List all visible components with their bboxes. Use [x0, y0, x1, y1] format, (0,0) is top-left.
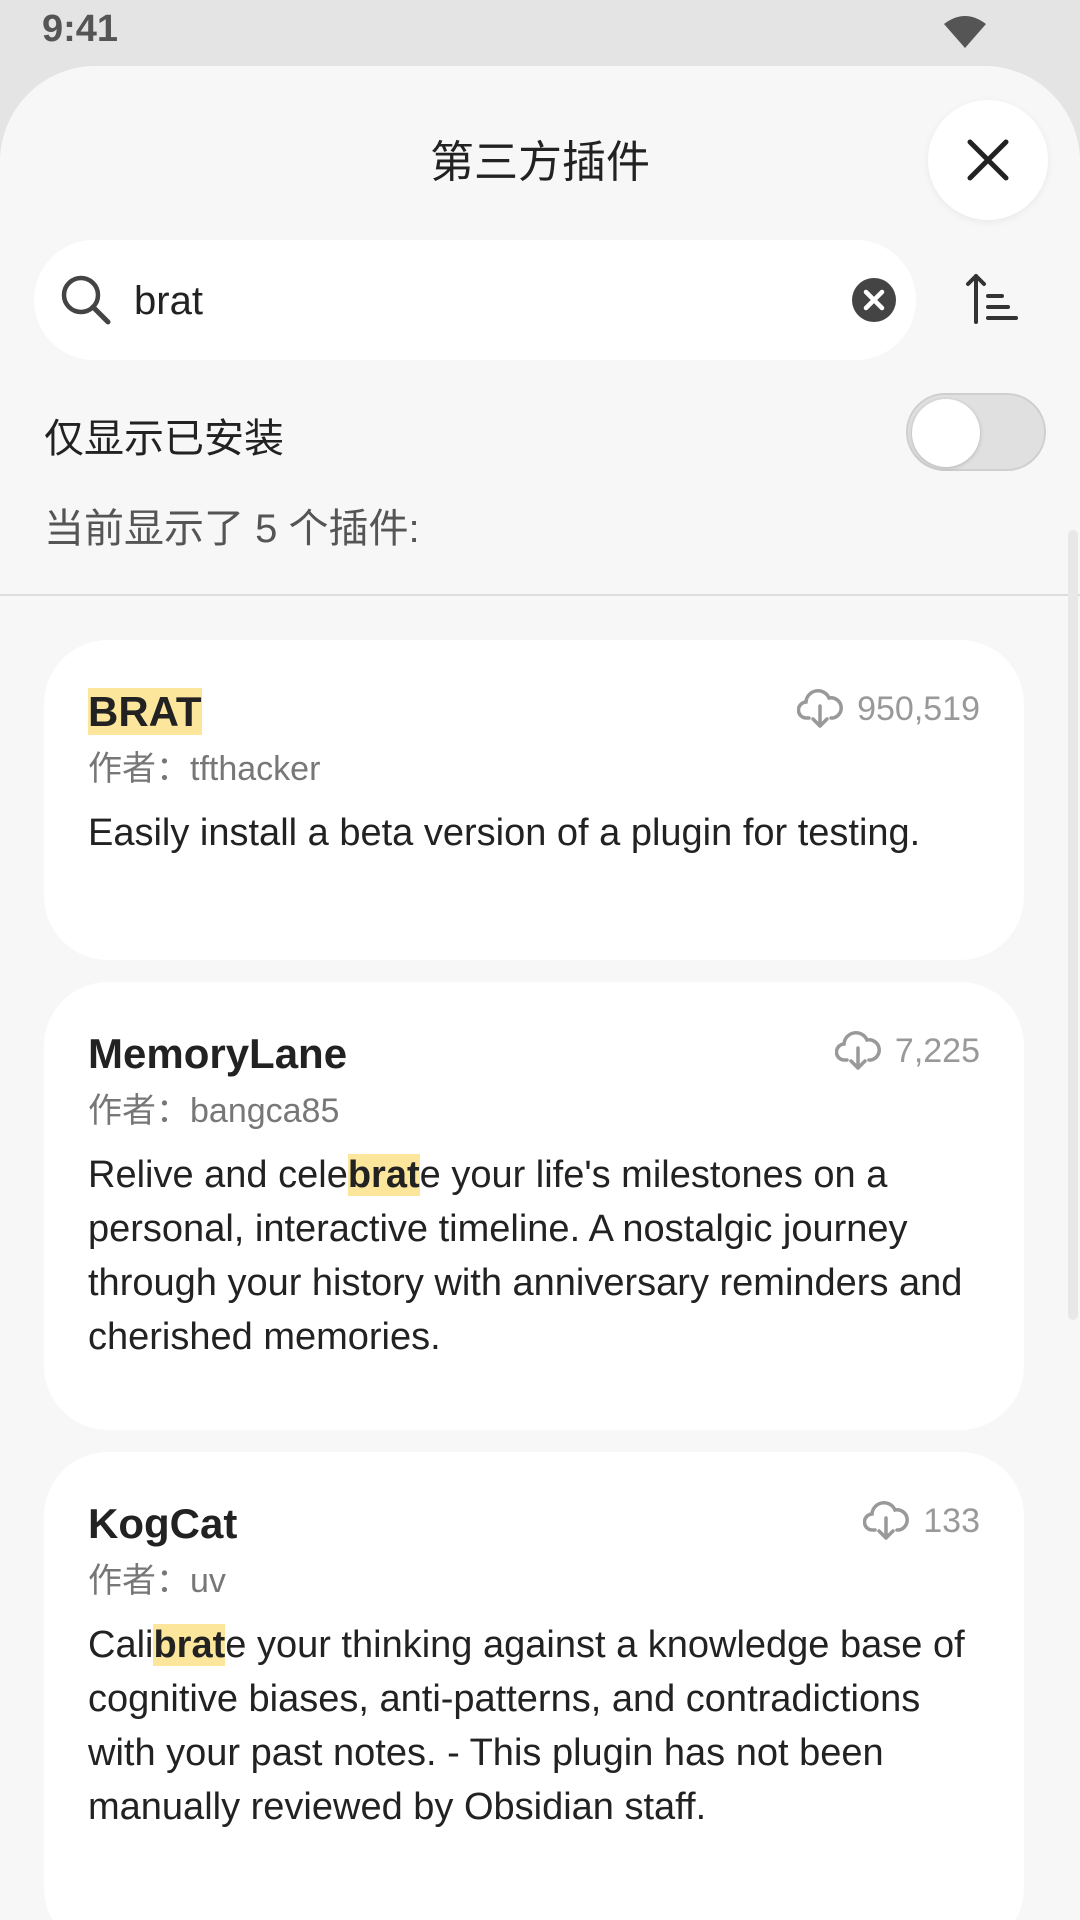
download-count: 133	[863, 1500, 980, 1542]
sort-ascending-icon[interactable]	[966, 272, 1018, 324]
plugin-author: 作者：uv	[88, 1562, 226, 1600]
toggle-knob	[912, 399, 980, 467]
plugin-description: Relive and celebrate your life's milesto…	[88, 1154, 963, 1358]
plugin-description: Calibrate your thinking against a knowle…	[88, 1624, 965, 1828]
scrollbar[interactable]	[1068, 530, 1078, 1320]
plugin-author: 作者：bangca85	[88, 1092, 340, 1130]
installed-only-toggle[interactable]	[906, 393, 1046, 471]
search-highlight: BRAT	[88, 688, 202, 735]
close-button[interactable]	[928, 100, 1048, 220]
search-highlight: brat	[347, 1154, 420, 1196]
search-box[interactable]	[34, 240, 916, 360]
clear-search-icon[interactable]	[852, 278, 896, 322]
plugin-description: Easily install a beta version of a plugi…	[88, 812, 921, 854]
status-time: 9:41	[42, 8, 119, 50]
nav-back-icon[interactable]	[228, 1830, 258, 1880]
cloud-download-icon	[797, 689, 844, 728]
download-count: 950,519	[797, 688, 980, 730]
search-icon	[61, 275, 111, 325]
wifi-icon	[944, 16, 986, 48]
installed-only-label: 仅显示已安装	[44, 417, 284, 461]
plugin-author: 作者：tfthacker	[88, 750, 321, 788]
cloud-download-icon	[834, 1031, 881, 1070]
plugin-card[interactable]: MemoryLane 7,225 作者：bangca85 Relive and …	[44, 982, 1024, 1430]
plugin-sheet: 第三方插件 仅显示已安装 当前显示了 5 个插件:	[0, 66, 1080, 1920]
search-highlight: brat	[153, 1624, 226, 1666]
nav-home-icon[interactable]	[516, 1830, 566, 1880]
sheet-header: 第三方插件 仅显示已安装 当前显示了 5 个插件:	[0, 66, 1080, 596]
nav-recents-icon[interactable]	[828, 1830, 874, 1880]
plugin-title: KogCat	[88, 1500, 238, 1547]
search-input[interactable]	[132, 262, 836, 340]
plugin-list[interactable]: BRAT 950,519 作者：tfthacker Easily install…	[0, 596, 1080, 1920]
cloud-download-icon	[863, 1501, 910, 1540]
plugin-count-text: 当前显示了 5 个插件:	[44, 507, 420, 551]
status-bar: 9:41	[0, 0, 1080, 64]
close-icon	[967, 139, 1009, 181]
sheet-title: 第三方插件	[430, 138, 650, 187]
download-count: 7,225	[834, 1030, 980, 1072]
plugin-card[interactable]: BRAT 950,519 作者：tfthacker Easily install…	[44, 640, 1024, 960]
